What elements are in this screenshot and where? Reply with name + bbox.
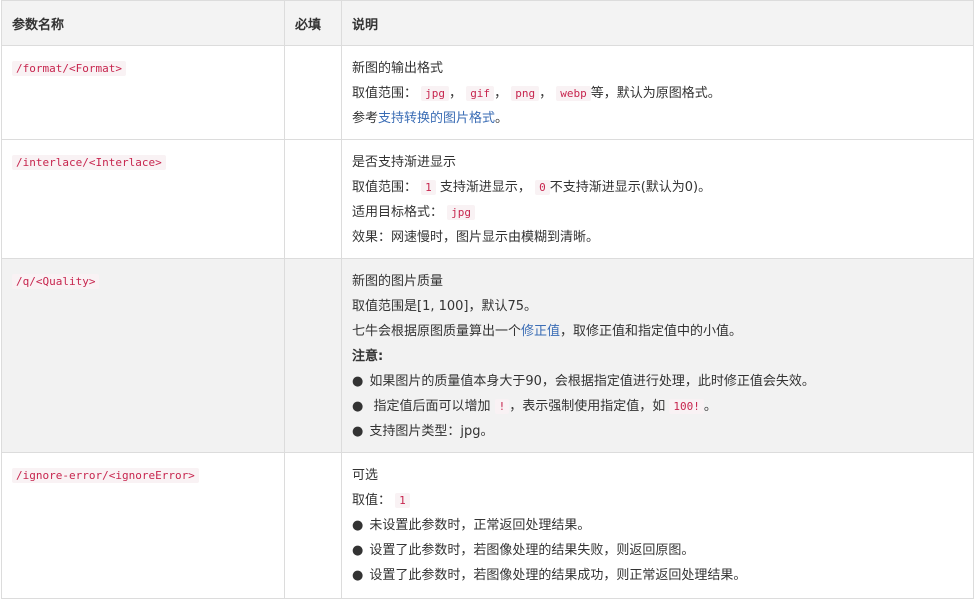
ref-prefix: 参考 <box>352 111 379 126</box>
bullet-item: 指定值后面可以增加 !，表示强制使用指定值，如 100!。 <box>352 394 963 419</box>
param-name-code: /q/<Quality> <box>12 274 100 289</box>
format-gif-code: gif <box>466 86 495 101</box>
format-webp-code: webp <box>556 86 591 101</box>
value-1-code: 1 <box>421 180 436 195</box>
desc-range: 取值范围： 1 支持渐进显示， 0 不支持渐进显示(默认为0)。 <box>352 175 963 200</box>
desc-calc: 七牛会根据原图质量算出一个修正值，取修正值和指定值中的小值。 <box>352 319 963 344</box>
ref-suffix: 。 <box>495 111 509 126</box>
required-cell <box>284 139 342 259</box>
param-name-code: /format/<Format> <box>12 61 126 76</box>
required-cell <box>284 258 342 453</box>
sep: ， <box>539 86 553 101</box>
table-row-ignore-error: /ignore-error/<ignoreError> 可选 取值： 1 未设置… <box>1 452 974 599</box>
params-table: 参数名称 必填 说明 /format/<Format> 新图的输出格式 取值范围… <box>1 0 974 599</box>
table-row-quality: /q/<Quality> 新图的图片质量 取值范围是[1, 100]，默认75。… <box>1 258 974 453</box>
value-0-text: 不支持渐进显示(默认为0)。 <box>549 180 712 195</box>
param-name-cell: /interlace/<Interlace> <box>1 139 285 259</box>
value-prefix: 取值： <box>352 493 392 508</box>
description-cell: 新图的输出格式 取值范围： jpg， gif， png， webp 等，默认为原图… <box>341 45 974 140</box>
bullet-text: 指定值后面可以增加 <box>373 399 491 414</box>
value-1-code: 1 <box>395 493 410 508</box>
format-png-code: png <box>511 86 540 101</box>
description-cell: 可选 取值： 1 未设置此参数时，正常返回处理结果。 设置了此参数时，若图像处理… <box>341 452 974 599</box>
description-cell: 新图的图片质量 取值范围是[1, 100]，默认75。 七牛会根据原图质量算出一… <box>341 258 974 453</box>
param-name-code: /interlace/<Interlace> <box>12 155 166 170</box>
sep: ， <box>494 86 508 101</box>
range-suffix: 等，默认为原图格式。 <box>590 86 721 101</box>
supported-formats-link[interactable]: 支持转换的图片格式 <box>378 111 495 126</box>
bullet-item: 设置了此参数时，若图像处理的结果成功，则正常返回处理结果。 <box>352 563 963 588</box>
value-0-code: 0 <box>535 180 550 195</box>
desc-title: 可选 <box>352 468 379 483</box>
sep: ， <box>449 86 463 101</box>
header-required: 必填 <box>284 0 342 46</box>
calc-prefix: 七牛会根据原图质量算出一个 <box>352 324 522 339</box>
format-jpg-code: jpg <box>421 86 450 101</box>
desc-value: 取值： 1 <box>352 488 963 513</box>
bullet-text: ，表示强制使用指定值，如 <box>509 399 666 414</box>
desc-range: 取值范围是[1, 100]，默认75。 <box>352 299 538 314</box>
bullet-item: 如果图片的质量值本身大于90，会根据指定值进行处理，此时修正值会失效。 <box>352 369 963 394</box>
bullet-item: 未设置此参数时，正常返回处理结果。 <box>352 513 963 538</box>
desc-range: 取值范围： jpg， gif， png， webp 等，默认为原图格式。 <box>352 81 963 106</box>
target-jpg-code: jpg <box>447 205 476 220</box>
desc-title: 新图的输出格式 <box>352 61 444 76</box>
force-mark-code: ! <box>494 399 510 414</box>
calc-suffix: ，取修正值和指定值中的小值。 <box>560 324 743 339</box>
range-prefix: 取值范围： <box>352 86 418 101</box>
example-100-code: 100! <box>669 399 704 414</box>
desc-title: 新图的图片质量 <box>352 274 444 289</box>
table-row-interlace: /interlace/<Interlace> 是否支持渐进显示 取值范围： 1 … <box>1 139 974 259</box>
required-cell <box>284 452 342 599</box>
header-param-name: 参数名称 <box>1 0 285 46</box>
desc-effect: 效果：网速慢时，图片显示由模糊到清晰。 <box>352 230 600 245</box>
desc-note: 注意: <box>352 344 963 369</box>
desc-reference: 参考支持转换的图片格式。 <box>352 106 963 131</box>
value-1-text: 支持渐进显示， <box>439 180 531 195</box>
correction-value-link[interactable]: 修正值 <box>521 324 560 339</box>
param-name-code: /ignore-error/<ignoreError> <box>12 468 199 483</box>
range-prefix: 取值范围： <box>352 180 418 195</box>
table-header-row: 参数名称 必填 说明 <box>1 0 974 46</box>
param-name-cell: /q/<Quality> <box>1 258 285 453</box>
bullet-item: 支持图片类型：jpg。 <box>352 419 963 444</box>
bullet-text: 。 <box>703 399 717 414</box>
note-label: 注意: <box>352 349 384 364</box>
bullet-item: 设置了此参数时，若图像处理的结果失败，则返回原图。 <box>352 538 963 563</box>
required-cell <box>284 45 342 140</box>
param-name-cell: /ignore-error/<ignoreError> <box>1 452 285 599</box>
target-prefix: 适用目标格式： <box>352 205 444 220</box>
param-name-cell: /format/<Format> <box>1 45 285 140</box>
header-description: 说明 <box>341 0 974 46</box>
desc-title: 是否支持渐进显示 <box>352 155 457 170</box>
desc-target-format: 适用目标格式： jpg <box>352 200 963 225</box>
description-cell: 是否支持渐进显示 取值范围： 1 支持渐进显示， 0 不支持渐进显示(默认为0)。… <box>341 139 974 259</box>
table-row-format: /format/<Format> 新图的输出格式 取值范围： jpg， gif，… <box>1 45 974 140</box>
